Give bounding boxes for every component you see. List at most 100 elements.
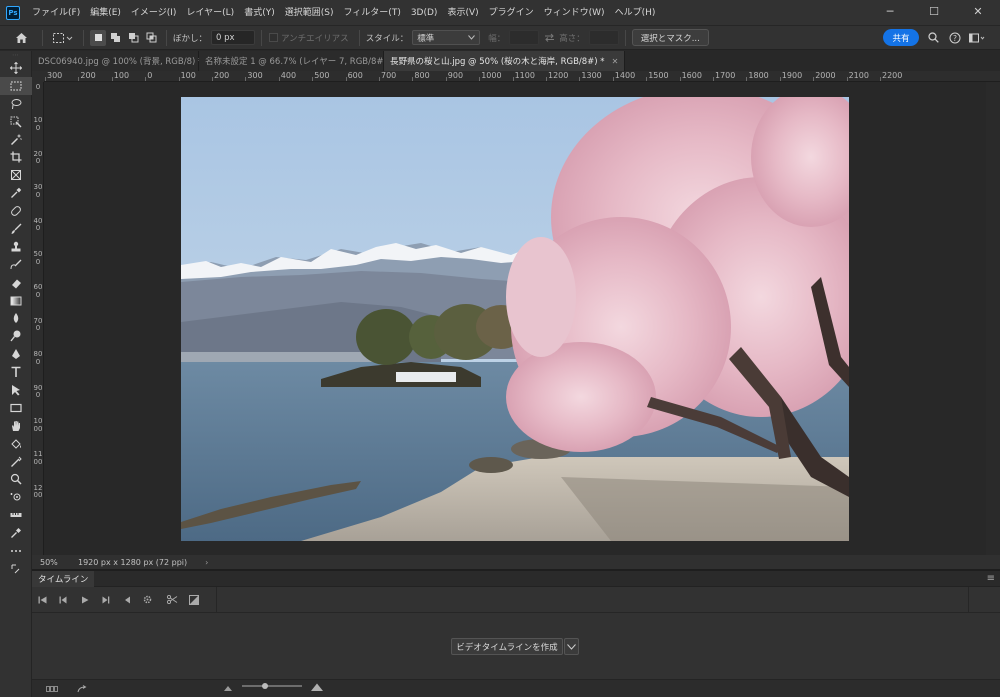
ruler-tick: [245, 77, 247, 81]
swap-width-height-icon[interactable]: [539, 30, 559, 46]
color-sampler-tool-icon[interactable]: [0, 524, 32, 542]
menu-help[interactable]: ヘルプ(H): [610, 0, 661, 26]
gradient-tool-icon[interactable]: [0, 292, 32, 310]
horizontal-type-tool-icon[interactable]: [0, 363, 32, 381]
photoshop-logo-icon[interactable]: Ps: [6, 5, 20, 20]
clone-stamp-tool-icon[interactable]: [0, 238, 32, 256]
create-timeline-dropdown[interactable]: [564, 638, 579, 655]
style-select[interactable]: 標準: [412, 30, 481, 45]
blur-tool-icon[interactable]: [0, 309, 32, 327]
vertical-ruler[interactable]: 0 100 200 300 400 500 600 700 800 900 1000 1100 1200: [32, 82, 44, 555]
paint-bucket-tool-icon[interactable]: [0, 435, 32, 453]
zoom-tool-icon[interactable]: [0, 470, 32, 488]
next-frame-icon[interactable]: [95, 596, 116, 604]
render-video-icon[interactable]: [72, 684, 92, 693]
toolbar-grip[interactable]: ⋯: [0, 51, 31, 59]
spot-healing-brush-icon[interactable]: [0, 202, 32, 220]
document-image[interactable]: [181, 97, 849, 541]
ruler-label: 200: [214, 71, 230, 80]
object-selection-tool-icon[interactable]: [0, 113, 32, 131]
default-colors-icon[interactable]: [0, 560, 32, 578]
menu-view[interactable]: 表示(V): [442, 0, 483, 26]
timeline-zoom-slider[interactable]: [242, 685, 302, 687]
ruler-tool-icon[interactable]: [0, 506, 32, 524]
menu-file[interactable]: ファイル(F): [27, 0, 85, 26]
ruler-tick: [612, 77, 614, 81]
width-input[interactable]: [509, 30, 540, 45]
tab-dsc06940[interactable]: DSC06940.jpg @ 100% (背景, RGB/8) * ✕: [32, 51, 216, 71]
menu-plugins[interactable]: プラグイン: [484, 0, 539, 26]
search-icon[interactable]: [925, 29, 941, 46]
zoom-level[interactable]: 50%: [32, 558, 64, 567]
edit-toolbar-icon[interactable]: [0, 542, 32, 560]
hand-tool-icon[interactable]: [0, 417, 32, 435]
audio-icon[interactable]: [116, 596, 137, 604]
zoom-out-mountain-icon[interactable]: [224, 684, 232, 694]
new-selection-icon[interactable]: [90, 29, 106, 46]
close-icon[interactable]: ✕: [956, 0, 1000, 22]
ruler-tick: [445, 77, 447, 81]
eraser-tool-icon[interactable]: [0, 274, 32, 292]
dodge-tool-icon[interactable]: [0, 327, 32, 345]
tab-timeline[interactable]: タイムライン: [32, 571, 95, 587]
rectangle-tool-icon[interactable]: [0, 399, 32, 417]
horizontal-ruler[interactable]: 300 200 100 0 100 200 300 400 500 600 700 800 900 100…: [44, 71, 1000, 82]
eyedropper-tool-icon[interactable]: [0, 184, 32, 202]
magic-wand-tool-icon[interactable]: [0, 131, 32, 149]
menu-3d[interactable]: 3D(D): [406, 0, 443, 26]
document-info: 1920 px x 1280 px (72 ppi): [78, 557, 188, 567]
menu-filter[interactable]: フィルター(T): [338, 0, 405, 26]
minimize-icon[interactable]: ─: [868, 0, 912, 22]
split-scissors-icon[interactable]: [162, 595, 183, 604]
home-icon[interactable]: [6, 30, 36, 46]
ruler-tick: [880, 77, 881, 81]
menu-select[interactable]: 選択範囲(S): [280, 0, 339, 26]
subtract-selection-icon[interactable]: [124, 30, 142, 46]
vertical-scrollbar[interactable]: [986, 82, 1000, 555]
rectangular-marquee-tool-icon[interactable]: [0, 76, 32, 95]
antialias-checkbox[interactable]: [268, 30, 278, 46]
previous-frame-icon[interactable]: [53, 596, 74, 604]
tab-untitled-1[interactable]: 名称未設定 1 @ 66.7% (レイヤー 7, RGB/8#) * ✕: [199, 51, 407, 71]
create-video-timeline-button[interactable]: ビデオタイムラインを作成: [451, 638, 563, 655]
menu-type[interactable]: 書式(Y): [239, 0, 280, 26]
lasso-tool-icon[interactable]: [0, 95, 32, 113]
menu-edit[interactable]: 編集(E): [85, 0, 126, 26]
move-tool-icon[interactable]: [0, 59, 32, 77]
history-brush-tool-icon[interactable]: [0, 256, 32, 274]
select-and-mask-button[interactable]: 選択とマスク...: [631, 29, 709, 46]
ruler-label: 200: [80, 71, 96, 80]
rotate-view-tool-icon[interactable]: [0, 453, 32, 471]
menu-image[interactable]: イメージ(I): [126, 0, 182, 26]
settings-gear-icon[interactable]: [137, 595, 158, 604]
path-selection-tool-icon[interactable]: [0, 381, 32, 399]
pen-tool-icon[interactable]: [0, 345, 32, 363]
status-info-arrow-icon[interactable]: ›: [205, 558, 208, 567]
zoom-in-mountain-icon[interactable]: [311, 683, 323, 694]
help-icon[interactable]: ?: [947, 29, 963, 46]
frame-mode-icon[interactable]: [32, 685, 72, 692]
ruler-label: 800: [33, 350, 43, 366]
menu-layer[interactable]: レイヤー(L): [181, 0, 239, 26]
frame-tool-icon[interactable]: [0, 166, 32, 184]
panel-menu-icon[interactable]: ≡: [987, 573, 995, 584]
height-input[interactable]: [588, 30, 619, 45]
add-selection-icon[interactable]: [106, 30, 124, 46]
play-icon[interactable]: [74, 596, 95, 604]
menu-window[interactable]: ウィンドウ(W): [539, 0, 610, 26]
go-to-first-frame-icon[interactable]: [32, 596, 53, 604]
marquee-preset-icon[interactable]: [49, 30, 77, 46]
share-button[interactable]: 共有: [883, 29, 919, 46]
tab-nagano-sakura[interactable]: 長野県の桜と山.jpg @ 50% (桜の木と海岸, RGB/8#) * ✕: [384, 51, 625, 71]
transition-icon[interactable]: [183, 594, 204, 605]
content-aware-move-icon[interactable]: [0, 488, 32, 506]
crop-tool-icon[interactable]: [0, 148, 32, 166]
ruler-origin[interactable]: [32, 71, 44, 82]
intersect-selection-icon[interactable]: [142, 30, 160, 46]
feather-input[interactable]: 0 px: [211, 30, 256, 45]
close-tab-icon[interactable]: ✕: [612, 57, 619, 66]
brush-tool-icon[interactable]: [0, 220, 32, 238]
timeline-zoom-slider-knob[interactable]: [262, 683, 268, 689]
maximize-icon[interactable]: ☐: [912, 0, 956, 22]
workspace-icon[interactable]: [969, 29, 985, 46]
